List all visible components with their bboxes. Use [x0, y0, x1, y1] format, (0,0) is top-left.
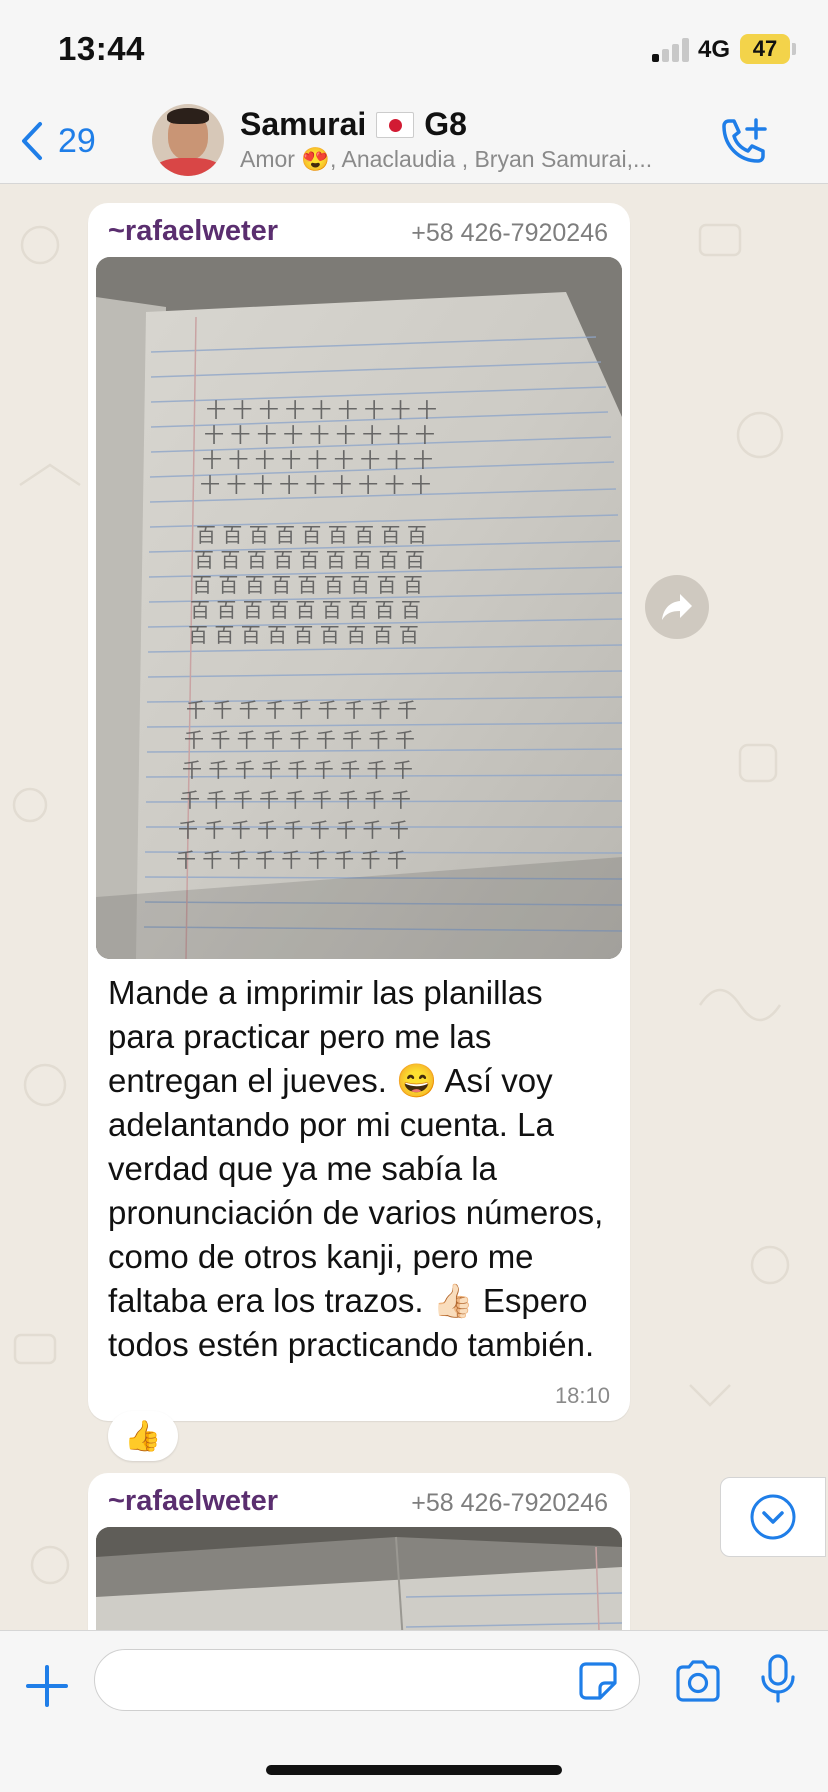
svg-text:十 十 十 十 十 十 十 十 十: 十 十 十 十 十 十 十 十 十: [202, 448, 433, 472]
svg-text:十 十 十 十 十 十 十 十 十: 十 十 十 十 十 十 十 十 十: [200, 473, 431, 497]
chevron-down-circle-icon: [750, 1494, 796, 1540]
chat-title[interactable]: Samurai G8: [240, 106, 467, 143]
network-type: 4G: [698, 36, 731, 63]
svg-text:千 千 千 千 千 千 千 千 千: 千 千 千 千 千 千 千 千 千: [180, 788, 411, 812]
attach-button[interactable]: [22, 1661, 72, 1711]
svg-text:百 百 百 百 百 百 百 百 百: 百 百 百 百 百 百 百 百 百: [196, 523, 427, 547]
add-call-icon: [722, 118, 767, 163]
chat-header: 29 Samurai G8 Amor 😍, Anaclaudia , Bryan…: [0, 100, 828, 184]
camera-icon: [676, 1660, 720, 1702]
avatar[interactable]: [152, 104, 224, 176]
sender-phone: +58 426-7920246: [411, 1489, 608, 1517]
svg-text:百 百 百 百 百 百 百 百 百: 百 百 百 百 百 百 百 百 百: [190, 598, 421, 622]
camera-button[interactable]: [674, 1659, 722, 1703]
japan-flag-icon: [376, 111, 415, 138]
chat-title-suffix: G8: [424, 106, 467, 142]
sticker-button[interactable]: [578, 1661, 618, 1701]
add-call-button[interactable]: [716, 116, 772, 168]
svg-text:百 百 百 百 百 百 百 百 百: 百 百 百 百 百 百 百 百 百: [194, 548, 425, 572]
home-indicator: [266, 1765, 562, 1775]
svg-text:十 十 十 十 十 十 十 十 十: 十 十 十 十 十 十 十 十 十: [204, 423, 435, 447]
svg-text:千 千 千 千 千 千 千 千 千: 千 千 千 千 千 千 千 千 千: [186, 698, 417, 722]
reaction-badge[interactable]: 👍: [108, 1411, 178, 1461]
back-button[interactable]: 29: [20, 118, 96, 164]
message-time: 18:10: [554, 1383, 610, 1408]
message-input-bar: [0, 1630, 828, 1792]
svg-text:千 千 千 千 千 千 千 千 千: 千 千 千 千 千 千 千 千 千: [184, 728, 415, 752]
sticker-icon: [579, 1662, 617, 1700]
message-text: Mande a imprimir las planillas para prac…: [108, 974, 613, 1363]
scroll-to-bottom-button[interactable]: [720, 1477, 826, 1557]
svg-text:千 千 千 千 千 千 千 千 千: 千 千 千 千 千 千 千 千 千: [176, 848, 407, 872]
microphone-icon: [761, 1654, 795, 1703]
chat-area[interactable]: ~rafaelweter +58 426-7920246 十 十 十 十 十 十…: [0, 185, 828, 1630]
svg-text:百 百 百 百 百 百 百 百 百: 百 百 百 百 百 百 百 百 百: [192, 573, 423, 597]
battery-cap: [792, 43, 796, 55]
status-time: 13:44: [58, 30, 145, 67]
sender-phone: +58 426-7920246: [411, 219, 608, 247]
svg-text:百 百 百 百 百 百 百 百 百: 百 百 百 百 百 百 百 百 百: [188, 623, 419, 647]
message-input[interactable]: [94, 1649, 640, 1711]
svg-text:千 千 千 千 千 千 千 千 千: 千 千 千 千 千 千 千 千 千: [178, 818, 409, 842]
signal-icon: [652, 38, 692, 62]
message-bubble[interactable]: ~rafaelweter +58 426-7920246: [88, 203, 630, 1421]
back-unread-count: 29: [58, 121, 96, 160]
chat-participants[interactable]: Amor 😍, Anaclaudia , Bryan Samurai,...: [240, 146, 652, 173]
message-bubble[interactable]: ~rafaelweter +58 426-7920246: [88, 1473, 630, 1630]
message-photo-notebook[interactable]: 十 十 十 十 十 十 十 十 十 十 十 十 十 十 十 十 十 十 十 十 …: [96, 257, 622, 959]
message-photo-notebook[interactable]: [96, 1527, 622, 1630]
sender-name[interactable]: ~rafaelweter: [108, 1485, 278, 1518]
svg-text:千 千 千 千 千 千 千 千 千: 千 千 千 千 千 千 千 千 千: [182, 758, 413, 782]
forward-arrow-icon: [662, 594, 692, 620]
microphone-button[interactable]: [758, 1653, 798, 1705]
status-bar: 13:44 4G 47: [0, 0, 828, 100]
forward-button[interactable]: [645, 575, 709, 639]
plus-icon: [26, 1665, 68, 1707]
chevron-left-icon: [22, 122, 42, 160]
chat-title-text: Samurai: [240, 106, 367, 142]
battery-icon: 47: [740, 34, 790, 64]
sender-name[interactable]: ~rafaelweter: [108, 215, 278, 248]
svg-text:十 十 十 十 十 十 十 十 十: 十 十 十 十 十 十 十 十 十: [206, 398, 437, 422]
